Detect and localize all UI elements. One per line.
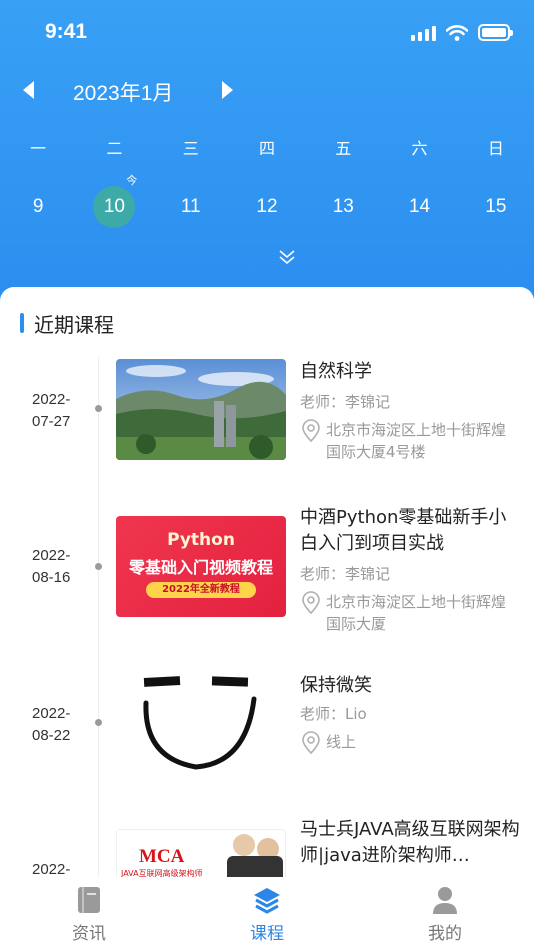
course-date: 2022- 08-22 — [32, 705, 71, 744]
location-pin-icon — [302, 731, 320, 755]
date-row: 9 10 今 11 12 13 14 15 — [0, 175, 534, 228]
section-accent-bar — [20, 313, 24, 333]
layers-icon — [254, 888, 280, 914]
weekday-row: 一 二 三 四 五 六 日 — [0, 135, 534, 159]
weekday-label: 四 — [258, 139, 275, 158]
timeline-dot — [95, 405, 102, 412]
date-cell[interactable]: 13 — [305, 186, 381, 228]
course-thumbnail: Python 零基础入门视频教程 2022年全新教程 — [116, 516, 286, 617]
course-title: 自然科学 — [300, 361, 372, 382]
date-cell[interactable]: 15 — [458, 186, 534, 228]
course-address: 北京市海淀区上地十街辉煌国际大厦 — [300, 591, 510, 635]
battery-icon — [478, 24, 513, 41]
course-date: 2022- 07-27 — [32, 391, 71, 430]
date-cell[interactable]: 11 — [153, 186, 229, 228]
location-pin-icon — [302, 591, 320, 615]
weekday-label: 一 — [30, 139, 47, 158]
course-teacher: 老师：Lio — [300, 705, 367, 723]
tab-label: 课程 — [250, 924, 284, 944]
course-item[interactable]: 2022- 08-16 Python 零基础入门视频教程 2022年全新教程 中酒… — [0, 505, 534, 645]
course-title: 中酒Python零基础新手小白入门到项目实战 — [300, 507, 507, 554]
tab-news[interactable]: 资讯 — [0, 877, 178, 950]
location-pin-icon — [302, 419, 320, 443]
course-title: 马士兵JAVA高级互联网架构师|java进阶架构师… — [300, 819, 520, 866]
section-header: 近期课程 — [20, 311, 114, 337]
course-thumbnail — [116, 673, 286, 774]
weekday-label: 六 — [411, 139, 428, 158]
book-icon — [78, 887, 100, 913]
date-cell[interactable]: 14 — [381, 186, 457, 228]
course-address: 线上 — [300, 731, 510, 755]
course-thumbnail: MCA JAVA互联网高级架构师 — [116, 829, 286, 877]
wifi-icon — [446, 25, 468, 41]
status-time: 9:41 — [45, 20, 88, 43]
course-title: 保持微笑 — [300, 675, 372, 696]
month-switcher: 2023年1月 — [0, 70, 534, 110]
course-date: 2022- 08-16 — [32, 547, 71, 586]
course-list-panel: 近期课程 2022- 07-27 自然科学 老师：李锦记 北京市海淀区上地十街辉… — [0, 287, 534, 877]
weekday-label: 日 — [487, 139, 504, 158]
person-icon — [433, 887, 457, 914]
timeline-dot — [95, 563, 102, 570]
weekday-label: 三 — [182, 139, 199, 158]
timeline-dot — [95, 719, 102, 726]
course-item[interactable]: 2022- 08-22 保持微笑 老师：Lio 线上 — [0, 673, 534, 781]
date-cell[interactable]: 9 — [0, 186, 76, 228]
tab-mine[interactable]: 我的 — [356, 877, 534, 950]
next-month-arrow-icon[interactable] — [216, 78, 240, 102]
cellular-signal-icon — [411, 25, 436, 41]
course-teacher: 老师：李锦记 — [300, 393, 391, 411]
section-title: 近期课程 — [34, 312, 114, 337]
calendar-header: 9:41 2023年1月 一 二 三 四 五 六 日 9 10 今 11 12 … — [0, 0, 534, 300]
weekday-label: 二 — [106, 139, 123, 158]
today-mark: 今 — [126, 175, 138, 187]
course-item[interactable]: 2022- MCA JAVA互联网高级架构师 马士兵JAVA高级互联网架构师|j… — [0, 817, 534, 877]
prev-month-arrow-icon[interactable] — [18, 78, 42, 102]
tab-label: 资讯 — [72, 924, 106, 944]
tab-courses[interactable]: 课程 — [178, 877, 356, 950]
date-cell[interactable]: 12 — [229, 186, 305, 228]
weekday-label: 五 — [335, 139, 352, 158]
date-cell-selected[interactable]: 10 今 — [76, 175, 152, 228]
course-teacher: 老师：李锦记 — [300, 565, 391, 583]
bottom-tab-bar: 资讯 课程 我的 — [0, 877, 534, 950]
status-bar: 9:41 — [0, 0, 534, 60]
current-month: 2023年1月 — [73, 82, 174, 105]
expand-calendar-chevron-icon[interactable] — [278, 248, 296, 266]
course-date: 2022- — [32, 861, 71, 877]
course-thumbnail — [116, 359, 286, 460]
status-icons — [411, 24, 513, 41]
course-address: 北京市海淀区上地十街辉煌国际大厦4号楼 — [300, 419, 510, 463]
course-item[interactable]: 2022- 07-27 自然科学 老师：李锦记 北京市海淀区上地十街辉煌国际大厦… — [0, 359, 534, 499]
tab-label: 我的 — [428, 924, 462, 944]
